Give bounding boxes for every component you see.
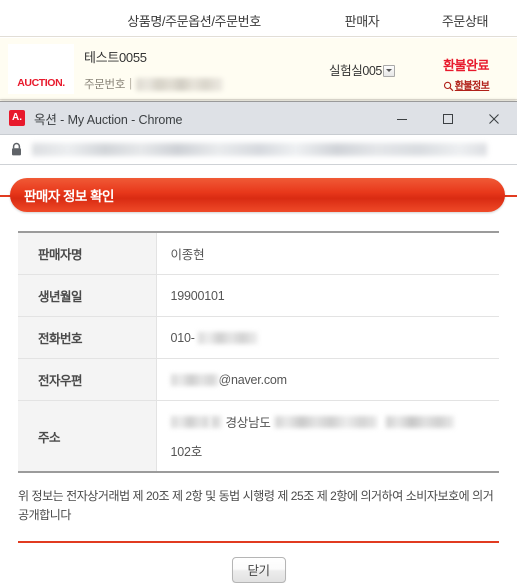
order-number-label: 주문번호 — [84, 79, 126, 91]
status-badge: 환불완료 — [443, 58, 489, 73]
phone-value-line: 010- — [171, 331, 500, 345]
lock-icon — [10, 142, 23, 157]
email-domain: @naver.com — [218, 372, 288, 387]
address-bar[interactable] — [0, 135, 517, 165]
order-table-header: 상품명/주문옵션/주문번호 판매자 주문상태 — [0, 0, 517, 37]
maximize-icon — [442, 113, 454, 125]
footer-divider — [18, 540, 499, 543]
legal-notice: 위 정보는 전자상거래법 제 20조 제 2항 및 동법 시행령 제 25조 제… — [18, 489, 494, 523]
seller-name: 실험실005 — [329, 64, 382, 78]
close-button[interactable]: 닫기 — [231, 556, 286, 583]
row-label-address: 주소 — [18, 400, 157, 472]
chevron-down-icon[interactable] — [382, 64, 395, 77]
close-window-button[interactable] — [471, 102, 517, 135]
address-line-2: 102호 — [171, 441, 500, 460]
seller-info-table: 판매자명 이종현 생년월일 19900101 전화번호 010- 전자우편 @n… — [18, 231, 499, 473]
seller-cell[interactable]: 실험실005 — [316, 60, 408, 79]
column-header-seller: 판매자 — [344, 14, 380, 29]
close-icon — [488, 113, 500, 125]
row-label-seller-name: 판매자명 — [18, 232, 157, 275]
row-value-birthdate: 19900101 — [170, 288, 225, 303]
address-part-redacted — [210, 415, 221, 428]
popup-title: 판매자 정보 확인 — [24, 189, 114, 204]
product-name-link[interactable]: 테스트0055 — [84, 47, 147, 66]
order-number-separator: | — [129, 78, 133, 90]
table-row: 전자우편 @naver.com — [18, 358, 499, 401]
product-thumbnail[interactable]: AUCTION. — [8, 44, 74, 94]
popup-banner: 판매자 정보 확인 — [0, 174, 517, 218]
minimize-button[interactable] — [379, 102, 425, 135]
seller-info-popup-body: 판매자 정보 확인 판매자명 이종현 생년월일 19900101 전화번호 01… — [0, 174, 517, 583]
table-row: 판매자명 이종현 — [18, 232, 499, 275]
row-label-email: 전자우편 — [18, 358, 157, 401]
address-detail2-redacted — [385, 415, 454, 428]
window-title: 옥션 - My Auction - Chrome — [34, 112, 183, 127]
popup-footer: 닫기 — [0, 556, 517, 583]
row-value-seller-name: 이종현 — [170, 248, 205, 262]
row-value-email: @naver.com — [156, 359, 499, 401]
refund-info-link[interactable]: 환불정보 — [420, 77, 512, 92]
email-value-line: @naver.com — [170, 372, 500, 387]
address-zip-redacted — [170, 415, 209, 428]
column-header-status: 주문상태 — [441, 14, 489, 29]
email-local-redacted — [170, 373, 219, 386]
minimize-icon — [396, 113, 408, 125]
chrome-popup-window: A. 옥션 - My Auction - Chrome 판매자 정보 확인 판매… — [0, 101, 517, 583]
table-row: 주소 경상남도 102호 — [18, 400, 499, 473]
address-line-1: 경상남도 — [170, 412, 500, 431]
column-header-product: 상품명/주문옵션/주문번호 — [127, 14, 261, 29]
address-region: 경상남도 — [225, 416, 271, 430]
order-number-redacted — [136, 77, 224, 91]
auction-logo: AUCTION. — [17, 77, 65, 89]
refund-info-label: 환불정보 — [454, 81, 490, 92]
auction-favicon-icon: A. — [9, 110, 25, 126]
order-status-cell: 환불완료 환불정보 — [420, 55, 512, 92]
url-text-redacted — [32, 143, 487, 156]
address-unit: 102호 — [170, 445, 203, 459]
table-row: 전화번호 010- — [18, 316, 499, 359]
order-number-block: 주문번호 | — [84, 76, 224, 92]
order-row: AUCTION. 테스트0055 주문번호 | 실험실005 환불완료 환불정보 — [0, 38, 517, 100]
magnifier-icon — [443, 79, 454, 92]
window-controls — [379, 102, 517, 135]
window-titlebar[interactable]: A. 옥션 - My Auction - Chrome — [0, 102, 517, 135]
address-detail-redacted — [274, 415, 377, 428]
row-label-birthdate: 생년월일 — [18, 274, 157, 317]
row-label-phone: 전화번호 — [18, 316, 157, 359]
row-value-phone: 010- — [156, 317, 499, 359]
row-value-address: 경상남도 102호 — [156, 401, 499, 473]
banner-pill: 판매자 정보 확인 — [10, 178, 505, 212]
table-row: 생년월일 19900101 — [18, 274, 499, 317]
phone-redacted — [197, 331, 258, 344]
phone-prefix: 010- — [170, 330, 195, 345]
maximize-button[interactable] — [425, 102, 471, 135]
